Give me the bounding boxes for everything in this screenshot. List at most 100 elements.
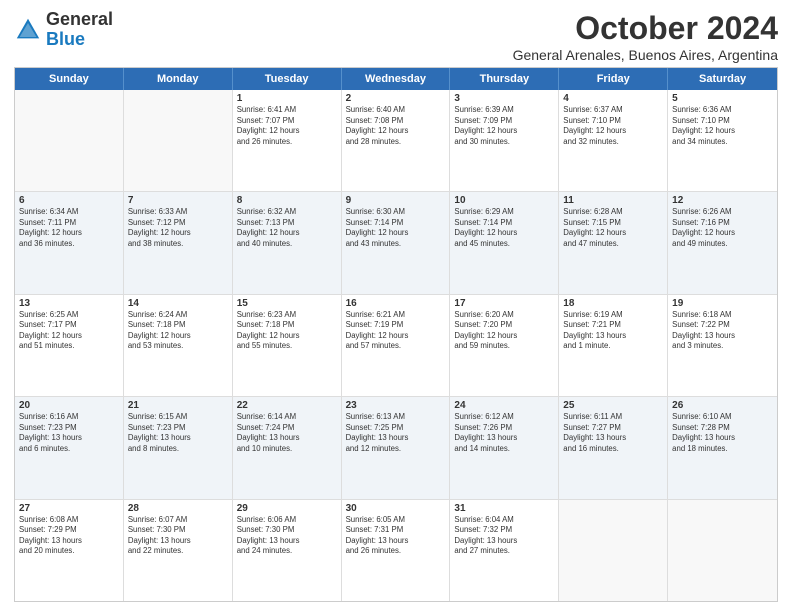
- day-number: 8: [237, 195, 337, 206]
- day-info: Sunrise: 6:40 AM Sunset: 7:08 PM Dayligh…: [346, 105, 446, 147]
- calendar-cell: 20Sunrise: 6:16 AM Sunset: 7:23 PM Dayli…: [15, 397, 124, 498]
- day-number: 6: [19, 195, 119, 206]
- calendar-week-row: 1Sunrise: 6:41 AM Sunset: 7:07 PM Daylig…: [15, 90, 777, 192]
- logo-blue: Blue: [46, 29, 85, 49]
- calendar-day-header: Friday: [559, 68, 668, 90]
- day-info: Sunrise: 6:07 AM Sunset: 7:30 PM Dayligh…: [128, 515, 228, 557]
- day-number: 20: [19, 400, 119, 411]
- day-number: 30: [346, 503, 446, 514]
- calendar: SundayMondayTuesdayWednesdayThursdayFrid…: [14, 67, 778, 602]
- calendar-week-row: 27Sunrise: 6:08 AM Sunset: 7:29 PM Dayli…: [15, 500, 777, 601]
- calendar-cell: 13Sunrise: 6:25 AM Sunset: 7:17 PM Dayli…: [15, 295, 124, 396]
- calendar-cell: 10Sunrise: 6:29 AM Sunset: 7:14 PM Dayli…: [450, 192, 559, 293]
- calendar-cell: 12Sunrise: 6:26 AM Sunset: 7:16 PM Dayli…: [668, 192, 777, 293]
- calendar-week-row: 13Sunrise: 6:25 AM Sunset: 7:17 PM Dayli…: [15, 295, 777, 397]
- day-number: 24: [454, 400, 554, 411]
- day-number: 19: [672, 298, 773, 309]
- calendar-cell: 11Sunrise: 6:28 AM Sunset: 7:15 PM Dayli…: [559, 192, 668, 293]
- day-number: 28: [128, 503, 228, 514]
- day-info: Sunrise: 6:37 AM Sunset: 7:10 PM Dayligh…: [563, 105, 663, 147]
- day-info: Sunrise: 6:21 AM Sunset: 7:19 PM Dayligh…: [346, 310, 446, 352]
- calendar-cell: 2Sunrise: 6:40 AM Sunset: 7:08 PM Daylig…: [342, 90, 451, 191]
- day-info: Sunrise: 6:20 AM Sunset: 7:20 PM Dayligh…: [454, 310, 554, 352]
- day-number: 12: [672, 195, 773, 206]
- calendar-cell: 21Sunrise: 6:15 AM Sunset: 7:23 PM Dayli…: [124, 397, 233, 498]
- day-info: Sunrise: 6:15 AM Sunset: 7:23 PM Dayligh…: [128, 412, 228, 454]
- day-number: 3: [454, 93, 554, 104]
- calendar-week-row: 6Sunrise: 6:34 AM Sunset: 7:11 PM Daylig…: [15, 192, 777, 294]
- day-info: Sunrise: 6:30 AM Sunset: 7:14 PM Dayligh…: [346, 207, 446, 249]
- day-number: 10: [454, 195, 554, 206]
- day-number: 7: [128, 195, 228, 206]
- title-block: October 2024 General Arenales, Buenos Ai…: [513, 10, 778, 63]
- day-number: 15: [237, 298, 337, 309]
- day-number: 2: [346, 93, 446, 104]
- calendar-day-header: Monday: [124, 68, 233, 90]
- day-number: 11: [563, 195, 663, 206]
- day-info: Sunrise: 6:26 AM Sunset: 7:16 PM Dayligh…: [672, 207, 773, 249]
- calendar-cell: 9Sunrise: 6:30 AM Sunset: 7:14 PM Daylig…: [342, 192, 451, 293]
- day-info: Sunrise: 6:13 AM Sunset: 7:25 PM Dayligh…: [346, 412, 446, 454]
- day-info: Sunrise: 6:23 AM Sunset: 7:18 PM Dayligh…: [237, 310, 337, 352]
- calendar-cell: 28Sunrise: 6:07 AM Sunset: 7:30 PM Dayli…: [124, 500, 233, 601]
- day-info: Sunrise: 6:28 AM Sunset: 7:15 PM Dayligh…: [563, 207, 663, 249]
- day-number: 23: [346, 400, 446, 411]
- calendar-day-header: Thursday: [450, 68, 559, 90]
- day-info: Sunrise: 6:24 AM Sunset: 7:18 PM Dayligh…: [128, 310, 228, 352]
- page-title: October 2024: [513, 10, 778, 47]
- calendar-cell: 8Sunrise: 6:32 AM Sunset: 7:13 PM Daylig…: [233, 192, 342, 293]
- logo-general: General: [46, 9, 113, 29]
- calendar-cell: 7Sunrise: 6:33 AM Sunset: 7:12 PM Daylig…: [124, 192, 233, 293]
- logo-text: General Blue: [46, 10, 113, 50]
- calendar-header: SundayMondayTuesdayWednesdayThursdayFrid…: [15, 68, 777, 90]
- day-info: Sunrise: 6:04 AM Sunset: 7:32 PM Dayligh…: [454, 515, 554, 557]
- day-info: Sunrise: 6:41 AM Sunset: 7:07 PM Dayligh…: [237, 105, 337, 147]
- calendar-cell: 16Sunrise: 6:21 AM Sunset: 7:19 PM Dayli…: [342, 295, 451, 396]
- day-info: Sunrise: 6:05 AM Sunset: 7:31 PM Dayligh…: [346, 515, 446, 557]
- calendar-cell: [559, 500, 668, 601]
- calendar-cell: 19Sunrise: 6:18 AM Sunset: 7:22 PM Dayli…: [668, 295, 777, 396]
- day-number: 17: [454, 298, 554, 309]
- day-info: Sunrise: 6:32 AM Sunset: 7:13 PM Dayligh…: [237, 207, 337, 249]
- calendar-cell: 14Sunrise: 6:24 AM Sunset: 7:18 PM Dayli…: [124, 295, 233, 396]
- calendar-cell: [124, 90, 233, 191]
- day-info: Sunrise: 6:06 AM Sunset: 7:30 PM Dayligh…: [237, 515, 337, 557]
- calendar-cell: [15, 90, 124, 191]
- header: General Blue October 2024 General Arenal…: [14, 10, 778, 63]
- day-number: 16: [346, 298, 446, 309]
- calendar-day-header: Tuesday: [233, 68, 342, 90]
- day-info: Sunrise: 6:33 AM Sunset: 7:12 PM Dayligh…: [128, 207, 228, 249]
- day-info: Sunrise: 6:11 AM Sunset: 7:27 PM Dayligh…: [563, 412, 663, 454]
- day-info: Sunrise: 6:18 AM Sunset: 7:22 PM Dayligh…: [672, 310, 773, 352]
- calendar-week-row: 20Sunrise: 6:16 AM Sunset: 7:23 PM Dayli…: [15, 397, 777, 499]
- day-info: Sunrise: 6:12 AM Sunset: 7:26 PM Dayligh…: [454, 412, 554, 454]
- calendar-body: 1Sunrise: 6:41 AM Sunset: 7:07 PM Daylig…: [15, 90, 777, 601]
- calendar-cell: 5Sunrise: 6:36 AM Sunset: 7:10 PM Daylig…: [668, 90, 777, 191]
- day-number: 31: [454, 503, 554, 514]
- calendar-cell: [668, 500, 777, 601]
- calendar-day-header: Sunday: [15, 68, 124, 90]
- day-info: Sunrise: 6:16 AM Sunset: 7:23 PM Dayligh…: [19, 412, 119, 454]
- day-number: 21: [128, 400, 228, 411]
- page-subtitle: General Arenales, Buenos Aires, Argentin…: [513, 47, 778, 63]
- logo: General Blue: [14, 10, 113, 50]
- day-number: 25: [563, 400, 663, 411]
- day-number: 9: [346, 195, 446, 206]
- calendar-cell: 1Sunrise: 6:41 AM Sunset: 7:07 PM Daylig…: [233, 90, 342, 191]
- day-info: Sunrise: 6:08 AM Sunset: 7:29 PM Dayligh…: [19, 515, 119, 557]
- day-info: Sunrise: 6:36 AM Sunset: 7:10 PM Dayligh…: [672, 105, 773, 147]
- day-number: 27: [19, 503, 119, 514]
- calendar-cell: 27Sunrise: 6:08 AM Sunset: 7:29 PM Dayli…: [15, 500, 124, 601]
- calendar-day-header: Saturday: [668, 68, 777, 90]
- day-info: Sunrise: 6:34 AM Sunset: 7:11 PM Dayligh…: [19, 207, 119, 249]
- calendar-cell: 4Sunrise: 6:37 AM Sunset: 7:10 PM Daylig…: [559, 90, 668, 191]
- logo-icon: [14, 16, 42, 44]
- day-number: 14: [128, 298, 228, 309]
- calendar-cell: 3Sunrise: 6:39 AM Sunset: 7:09 PM Daylig…: [450, 90, 559, 191]
- day-info: Sunrise: 6:39 AM Sunset: 7:09 PM Dayligh…: [454, 105, 554, 147]
- calendar-cell: 24Sunrise: 6:12 AM Sunset: 7:26 PM Dayli…: [450, 397, 559, 498]
- calendar-cell: 22Sunrise: 6:14 AM Sunset: 7:24 PM Dayli…: [233, 397, 342, 498]
- calendar-day-header: Wednesday: [342, 68, 451, 90]
- calendar-cell: 26Sunrise: 6:10 AM Sunset: 7:28 PM Dayli…: [668, 397, 777, 498]
- day-number: 26: [672, 400, 773, 411]
